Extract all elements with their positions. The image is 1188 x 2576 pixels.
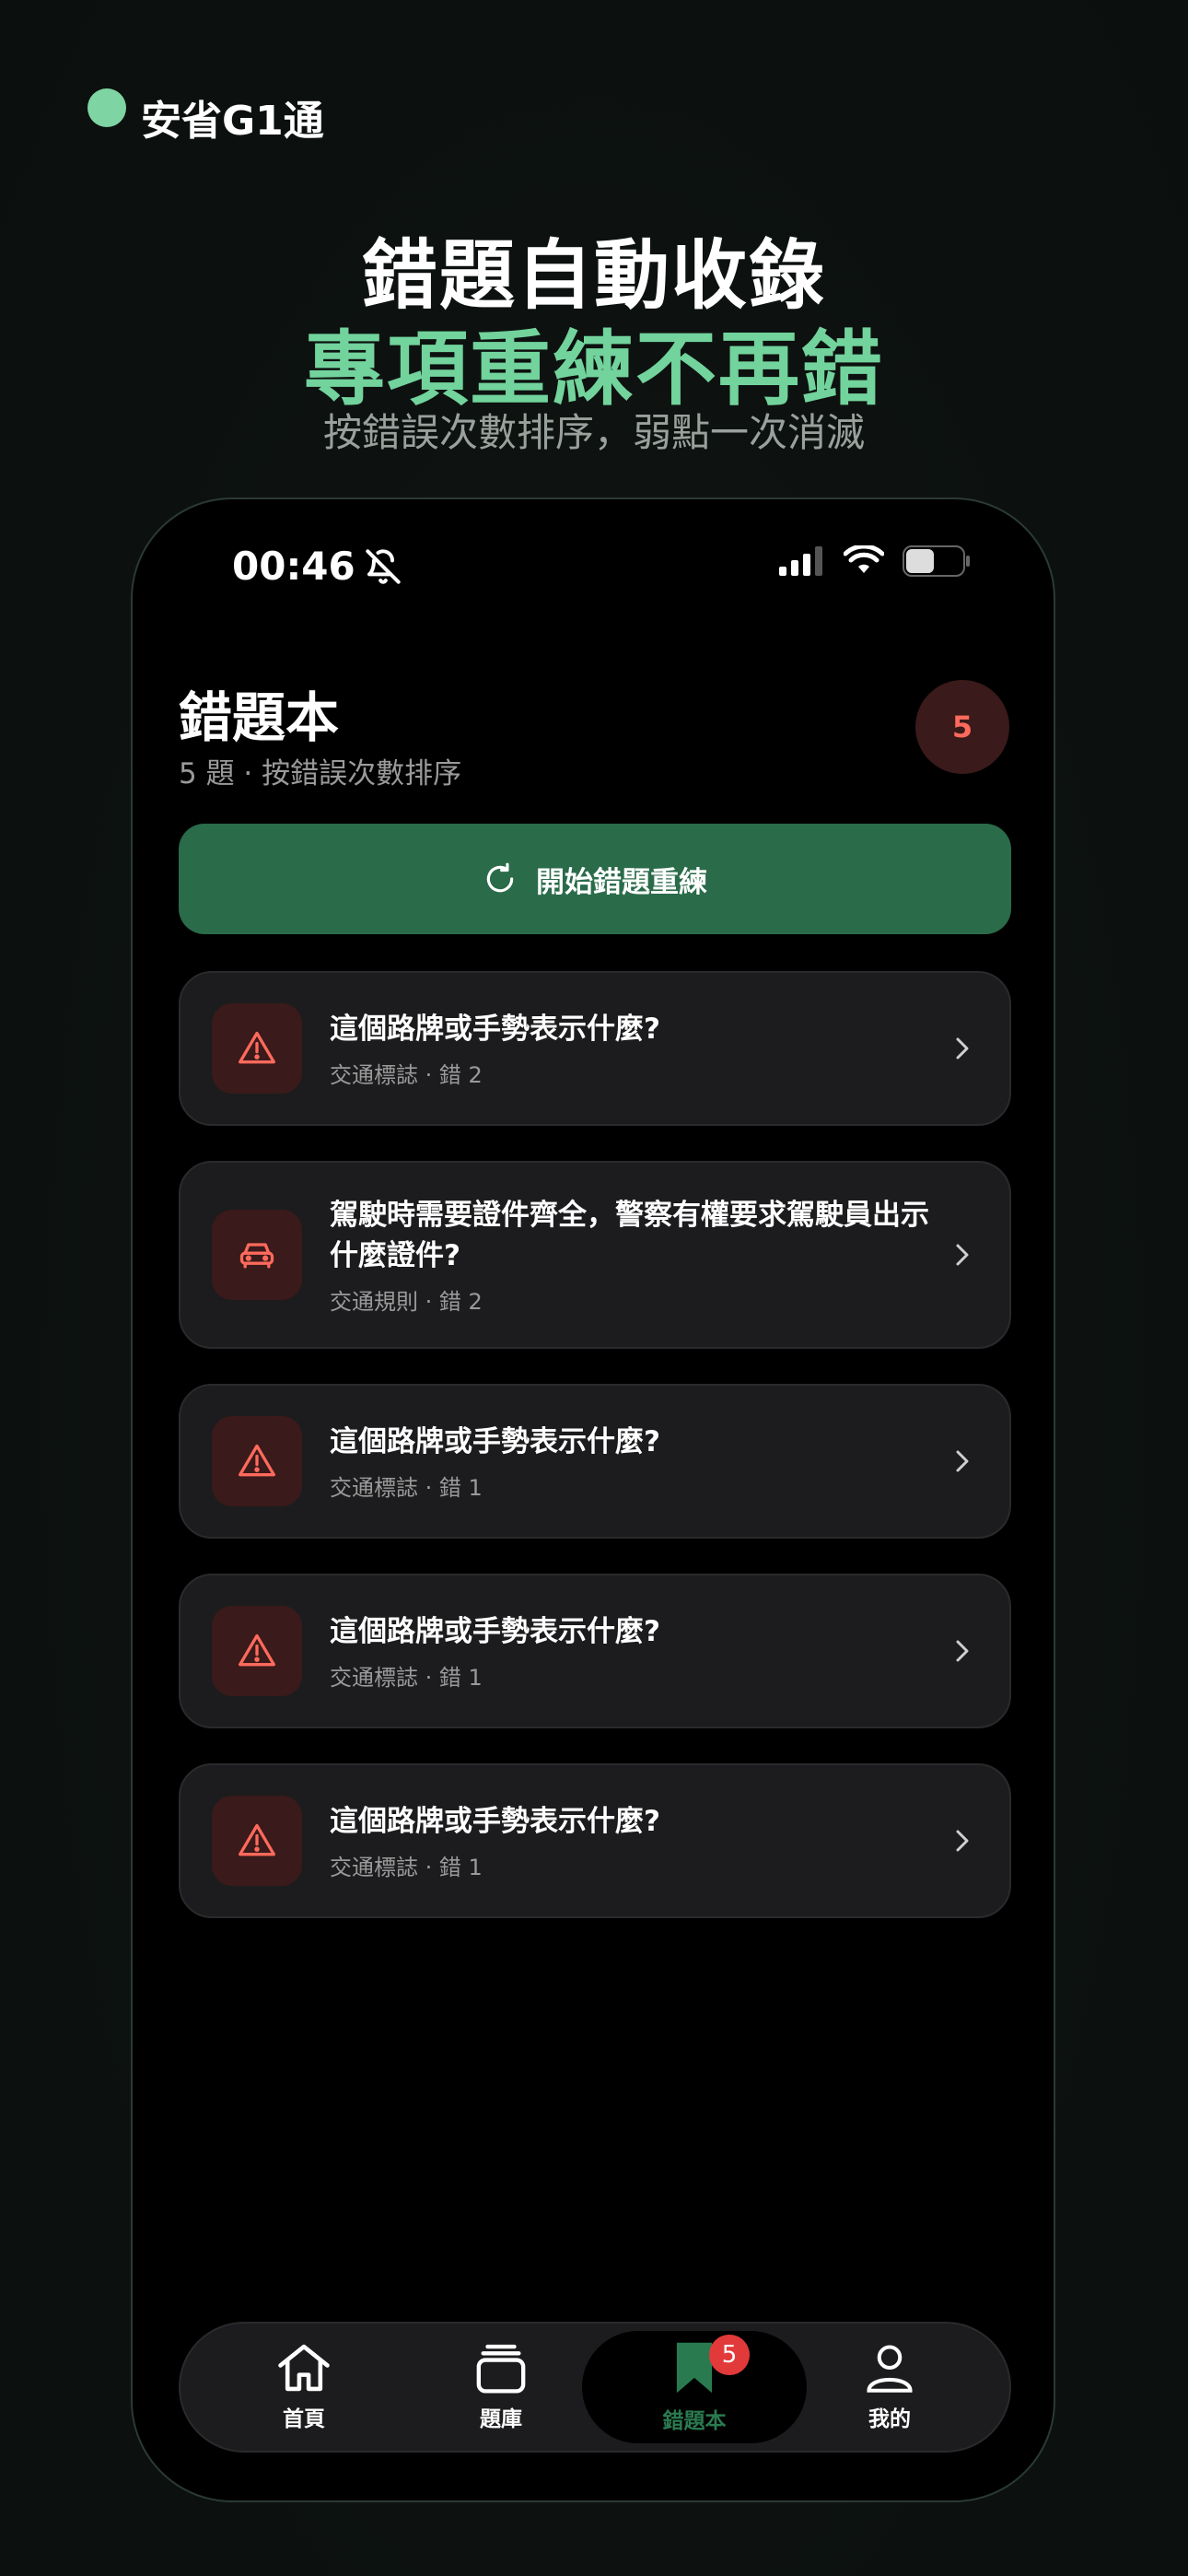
item-meta: 交通標誌 · 錯 1 (330, 1664, 483, 1691)
start-review-label: 開始錯題重練 (536, 865, 707, 899)
warning-icon (239, 1633, 275, 1667)
tab-mistake-book[interactable]: 錯題本 5 (582, 2331, 807, 2443)
page-title: 錯題本 (179, 686, 340, 749)
item-title: 這個路牌或手勢表示什麼? (330, 1804, 660, 1838)
tab-label: 首頁 (283, 2407, 325, 2431)
brand-dot-icon (87, 88, 126, 127)
chevron-right-icon (956, 1037, 969, 1060)
item-icon-box (212, 1003, 302, 1094)
tab-label: 我的 (868, 2407, 911, 2431)
item-meta: 交通標誌 · 錯 1 (330, 1474, 483, 1501)
item-title: 這個路牌或手勢表示什麼? (330, 1012, 660, 1046)
bell-slash-icon (366, 548, 401, 584)
tab-home[interactable]: 首頁 (192, 2331, 416, 2443)
tab-bar: 首頁 題庫 錯題本 5 我的 (179, 2322, 1011, 2453)
item-title: 駕駛時需要證件齊全，警察有權要求駕駛員出示什麼證件? (330, 1198, 929, 1272)
item-icon-box (212, 1796, 302, 1886)
chevron-right-icon (956, 1450, 969, 1472)
cards-icon (476, 2344, 526, 2394)
status-time: 00:46 (232, 544, 355, 589)
item-title: 這個路牌或手勢表示什麼? (330, 1614, 660, 1648)
item-meta: 交通標誌 · 錯 1 (330, 1854, 483, 1880)
count-badge: 5 (915, 680, 1009, 774)
tab-label: 錯題本 (662, 2409, 727, 2433)
status-bar-left: 00:46 (232, 544, 402, 589)
brand-name: 安省G1通 (141, 98, 324, 145)
item-title: 這個路牌或手勢表示什麼? (330, 1424, 660, 1458)
chevron-right-icon (956, 1830, 969, 1852)
signal-icon (779, 546, 822, 576)
profile-icon (867, 2345, 913, 2393)
item-meta: 交通標誌 · 錯 2 (330, 1061, 483, 1088)
status-bar-right (779, 545, 971, 577)
list-item[interactable]: 這個路牌或手勢表示什麼? 交通標誌 · 錯 1 (179, 1384, 1011, 1539)
list-item[interactable]: 這個路牌或手勢表示什麼? 交通標誌 · 錯 1 (179, 1763, 1011, 1918)
warning-icon (239, 1444, 275, 1477)
list-item[interactable]: 這個路牌或手勢表示什麼? 交通標誌 · 錯 1 (179, 1574, 1011, 1728)
mistake-list: 這個路牌或手勢表示什麼? 交通標誌 · 錯 2 駕駛時需要證件齊全，警察有權要求… (179, 971, 1011, 1953)
item-icon-box (212, 1416, 302, 1506)
home-icon (278, 2344, 330, 2392)
page-subtitle: 5 題 · 按錯誤次數排序 (179, 757, 462, 790)
start-review-button[interactable]: 開始錯題重練 (179, 824, 1011, 934)
wifi-icon (844, 545, 884, 573)
battery-icon (903, 545, 970, 577)
chevron-right-icon (956, 1640, 969, 1662)
phone-frame: 00:46 錯題本 5 題 · 按錯誤次數排序 5 開始錯題重練 這個路牌或手勢… (131, 498, 1055, 2502)
brand: 安省G1通 (87, 88, 324, 146)
car-icon (239, 1243, 274, 1269)
tab-label: 題庫 (480, 2407, 522, 2431)
item-icon-box (212, 1606, 302, 1696)
warning-icon (239, 1823, 275, 1856)
hero-subtitle: 按錯誤次數排序，弱點一次消滅 (322, 410, 865, 455)
chevron-right-icon (956, 1244, 969, 1266)
bookmark-icon (676, 2342, 713, 2394)
tab-badge: 5 (709, 2335, 750, 2375)
warning-icon (239, 1031, 275, 1064)
list-item[interactable]: 這個路牌或手勢表示什麼? 交通標誌 · 錯 2 (179, 971, 1011, 1126)
refresh-icon (486, 862, 514, 893)
item-icon-box (212, 1210, 302, 1300)
item-meta: 交通規則 · 錯 2 (330, 1288, 483, 1315)
list-item[interactable]: 駕駛時需要證件齊全，警察有權要求駕駛員出示什麼證件? 交通規則 · 錯 2 (179, 1161, 1011, 1349)
tab-profile[interactable]: 我的 (777, 2331, 1002, 2443)
tab-question-bank[interactable]: 題庫 (389, 2331, 613, 2443)
